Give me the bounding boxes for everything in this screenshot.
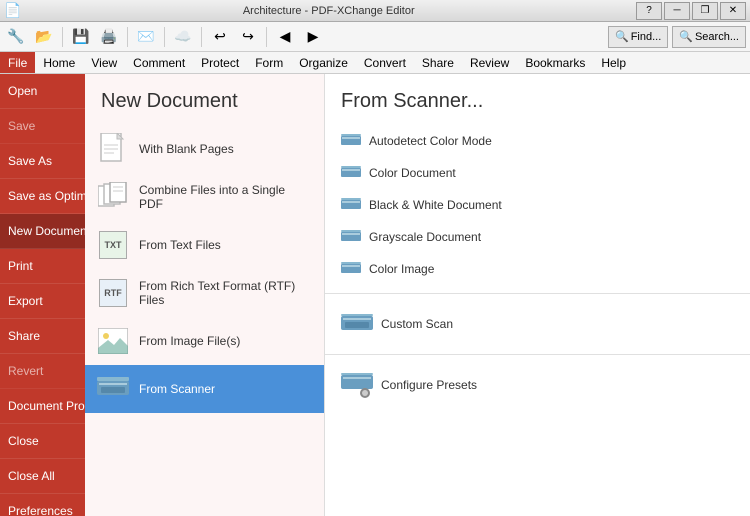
doc-item-scanner[interactable]: From Scanner xyxy=(85,365,324,413)
toolbar-cloud-icon[interactable]: ☁️ xyxy=(171,25,195,49)
toolbar-print-icon[interactable]: 🖨️ xyxy=(97,25,121,49)
toolbar-icon-1[interactable]: 🔧 xyxy=(4,25,28,49)
window-title: Architecture - PDF-XChange Editor xyxy=(21,5,636,17)
sidebar-item-share[interactable]: Share xyxy=(0,319,85,354)
toolbar-redo-icon[interactable]: ↪ xyxy=(236,25,260,49)
close-button[interactable]: ✕ xyxy=(720,2,746,20)
toolbar-undo-icon[interactable]: ↩ xyxy=(208,25,232,49)
toolbar-separator-2 xyxy=(127,27,128,47)
right-panel: From Scanner... Autodetect Color Mode Col… xyxy=(325,74,750,516)
menu-item-help[interactable]: Help xyxy=(593,52,634,73)
menu-item-home[interactable]: Home xyxy=(35,52,83,73)
doc-item-blank[interactable]: With Blank Pages xyxy=(85,125,324,173)
scanner-option-custom-scan[interactable]: Custom Scan xyxy=(325,302,750,346)
left-panel: New Document With Blank Pages Combine Fil… xyxy=(85,74,325,516)
sidebar-item-doc-props[interactable]: Document Properties xyxy=(0,389,85,424)
scanner-option-label-configure: Configure Presets xyxy=(381,378,477,392)
doc-item-rtf[interactable]: RTFFrom Rich Text Format (RTF) Files xyxy=(85,269,324,317)
panel-title: New Document xyxy=(85,74,324,125)
doc-item-label-blank: With Blank Pages xyxy=(139,142,234,156)
main-layout: OpenSaveSave AsSave as OptimizedNew Docu… xyxy=(0,74,750,516)
sidebar-item-revert[interactable]: Revert xyxy=(0,354,85,389)
sidebar-item-print[interactable]: Print xyxy=(0,249,85,284)
sidebar: OpenSaveSave AsSave as OptimizedNew Docu… xyxy=(0,74,85,516)
doc-item-label-combine: Combine Files into a Single PDF xyxy=(139,183,312,211)
restore-button[interactable]: ❐ xyxy=(692,2,718,20)
menu-item-review[interactable]: Review xyxy=(462,52,517,73)
toolbar-forward-icon[interactable]: ▶ xyxy=(301,25,325,49)
doc-item-label-scanner: From Scanner xyxy=(139,382,215,396)
menu-item-file[interactable]: File xyxy=(0,52,35,73)
toolbar-search-area: 🔍 Find... 🔍 Search... xyxy=(608,26,746,48)
toolbar-separator-5 xyxy=(266,27,267,47)
sidebar-item-close[interactable]: Close xyxy=(0,424,85,459)
doc-item-text[interactable]: TXTFrom Text Files xyxy=(85,221,324,269)
window-controls[interactable]: ? ─ ❐ ✕ xyxy=(636,2,746,20)
scanner-option-label-bw-doc: Black & White Document xyxy=(369,198,502,212)
find-button[interactable]: 🔍 Find... xyxy=(608,26,668,48)
scanner-divider-5 xyxy=(325,293,750,294)
sidebar-item-new-document[interactable]: New Document xyxy=(0,214,85,249)
sidebar-item-open[interactable]: Open xyxy=(0,74,85,109)
search-button[interactable]: 🔍 Search... xyxy=(672,26,746,48)
menu-item-convert[interactable]: Convert xyxy=(356,52,414,73)
doc-item-label-image: From Image File(s) xyxy=(139,334,240,348)
toolbar-back-icon[interactable]: ◀ xyxy=(273,25,297,49)
menu-item-form[interactable]: Form xyxy=(247,52,291,73)
search-icon: 🔍 xyxy=(679,30,693,43)
sidebar-item-save-as[interactable]: Save As xyxy=(0,144,85,179)
title-bar: 📄 Architecture - PDF-XChange Editor ? ─ … xyxy=(0,0,750,22)
scanner-option-label-grayscale: Grayscale Document xyxy=(369,230,481,244)
scanner-option-configure[interactable]: Configure Presets xyxy=(325,363,750,407)
menu-item-view[interactable]: View xyxy=(83,52,125,73)
scanner-option-color-doc[interactable]: Color Document xyxy=(325,157,750,189)
sidebar-item-preferences[interactable]: Preferences xyxy=(0,494,85,516)
toolbar-icon-2[interactable]: 📂 xyxy=(32,25,56,49)
sidebar-item-close-all[interactable]: Close All xyxy=(0,459,85,494)
toolbar-separator-3 xyxy=(164,27,165,47)
sidebar-item-save[interactable]: Save xyxy=(0,109,85,144)
menu-item-protect[interactable]: Protect xyxy=(193,52,247,73)
scanner-option-label-autodetect: Autodetect Color Mode xyxy=(369,134,492,148)
scanner-option-grayscale[interactable]: Grayscale Document xyxy=(325,221,750,253)
menu-item-bookmarks[interactable]: Bookmarks xyxy=(517,52,593,73)
toolbar-separator-1 xyxy=(62,27,63,47)
menu-item-share[interactable]: Share xyxy=(414,52,462,73)
scanner-divider-6 xyxy=(325,354,750,355)
sidebar-item-export[interactable]: Export xyxy=(0,284,85,319)
search-label: Search... xyxy=(695,31,739,43)
sidebar-item-save-optimized[interactable]: Save as Optimized xyxy=(0,179,85,214)
find-label: Find... xyxy=(631,31,662,43)
toolbar: 🔧 📂 💾 🖨️ ✉️ ☁️ ↩ ↪ ◀ ▶ 🔍 Find... 🔍 Searc… xyxy=(0,22,750,52)
find-icon: 🔍 xyxy=(615,30,629,43)
toolbar-email-icon[interactable]: ✉️ xyxy=(134,25,158,49)
menu-bar: FileHomeViewCommentProtectFormOrganizeCo… xyxy=(0,52,750,74)
scanner-option-label-color-doc: Color Document xyxy=(369,166,456,180)
doc-item-label-text: From Text Files xyxy=(139,238,221,252)
scanner-title: From Scanner... xyxy=(325,74,750,125)
help-icon-titlebar[interactable]: ? xyxy=(636,2,662,20)
content-area: New Document With Blank Pages Combine Fil… xyxy=(85,74,750,516)
scanner-option-autodetect[interactable]: Autodetect Color Mode xyxy=(325,125,750,157)
scanner-option-label-custom-scan: Custom Scan xyxy=(381,317,453,331)
menu-item-organize[interactable]: Organize xyxy=(291,52,356,73)
doc-item-combine[interactable]: Combine Files into a Single PDF xyxy=(85,173,324,221)
scanner-option-bw-doc[interactable]: Black & White Document xyxy=(325,189,750,221)
menu-item-comment[interactable]: Comment xyxy=(125,52,193,73)
toolbar-separator-4 xyxy=(201,27,202,47)
doc-item-label-rtf: From Rich Text Format (RTF) Files xyxy=(139,279,312,307)
minimize-button[interactable]: ─ xyxy=(664,2,690,20)
scanner-option-label-color-image: Color Image xyxy=(369,262,434,276)
scanner-option-color-image[interactable]: Color Image xyxy=(325,253,750,285)
doc-item-image[interactable]: From Image File(s) xyxy=(85,317,324,365)
toolbar-save-icon[interactable]: 💾 xyxy=(69,25,93,49)
